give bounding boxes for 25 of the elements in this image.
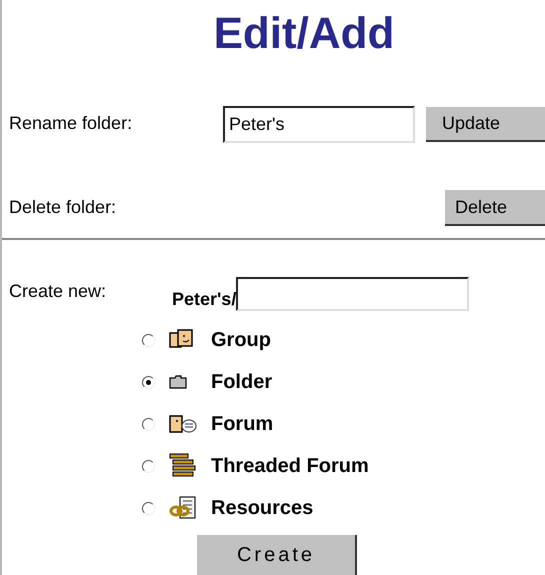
radio-button[interactable] — [142, 460, 155, 472]
radio-button[interactable] — [142, 334, 155, 346]
option-label: Resources — [211, 496, 314, 521]
lines-icon — [169, 453, 197, 479]
folder-name-field[interactable]: Peter's — [223, 106, 415, 143]
update-button[interactable]: Update — [426, 107, 545, 142]
delete-button[interactable]: Delete — [445, 190, 545, 226]
radio-button[interactable] — [142, 502, 155, 514]
option-label: Forum — [211, 412, 274, 437]
option-label: Threaded Forum — [211, 454, 369, 479]
document-link-icon — [169, 496, 197, 520]
delete-label: Delete folder: — [9, 196, 118, 219]
folder-icon — [169, 375, 187, 389]
rename-label: Rename folder: — [9, 112, 134, 135]
people-icon — [169, 329, 195, 351]
create-label: Create new: — [9, 280, 108, 303]
page-title: Edit/Add — [214, 8, 394, 60]
radio-button[interactable] — [142, 418, 155, 430]
option-label: Folder — [211, 370, 272, 395]
path-prefix: Peter's/ — [172, 288, 236, 311]
chat-icon — [169, 414, 197, 434]
option-label: Group — [211, 328, 271, 353]
radio-button[interactable] — [142, 376, 155, 388]
new-name-field[interactable] — [236, 277, 470, 311]
create-button[interactable]: Create — [197, 535, 357, 575]
